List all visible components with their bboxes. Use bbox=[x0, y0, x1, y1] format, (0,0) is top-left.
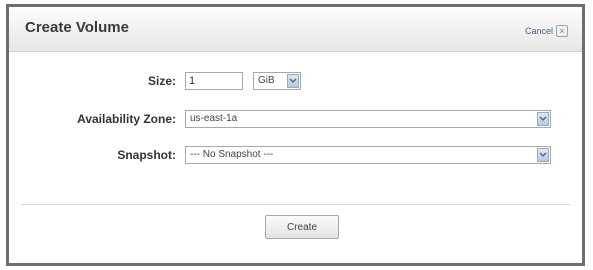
create-volume-dialog: Create Volume Cancel × Size: GiB Availab… bbox=[6, 4, 585, 266]
size-unit-value: GiB bbox=[258, 75, 275, 86]
cancel-label: Cancel bbox=[524, 26, 553, 36]
cancel-button[interactable]: Cancel × bbox=[525, 25, 568, 37]
chevron-down-icon[interactable] bbox=[537, 112, 549, 126]
size-row: Size: GiB bbox=[9, 71, 582, 93]
dialog-title: Create Volume bbox=[25, 19, 129, 36]
snapshot-row: Snapshot: --- No Snapshot --- bbox=[9, 145, 582, 167]
availability-zone-select[interactable]: us-east-1a bbox=[185, 110, 551, 128]
snapshot-value: --- No Snapshot --- bbox=[190, 149, 274, 160]
size-unit-select[interactable]: GiB bbox=[253, 72, 301, 90]
chevron-down-icon[interactable] bbox=[537, 148, 549, 162]
size-input[interactable] bbox=[185, 72, 243, 90]
size-label: Size: bbox=[147, 74, 176, 88]
snapshot-select[interactable]: --- No Snapshot --- bbox=[185, 146, 551, 164]
snapshot-label: Snapshot: bbox=[117, 148, 176, 162]
chevron-down-icon[interactable] bbox=[287, 74, 299, 88]
dialog-header: Create Volume Cancel × bbox=[9, 7, 582, 52]
availability-zone-label: Availability Zone: bbox=[77, 112, 176, 126]
divider bbox=[21, 204, 570, 205]
availability-zone-row: Availability Zone: us-east-1a bbox=[9, 109, 582, 131]
close-icon[interactable]: × bbox=[556, 25, 568, 37]
create-button[interactable]: Create bbox=[265, 215, 339, 239]
availability-zone-value: us-east-1a bbox=[190, 113, 238, 124]
